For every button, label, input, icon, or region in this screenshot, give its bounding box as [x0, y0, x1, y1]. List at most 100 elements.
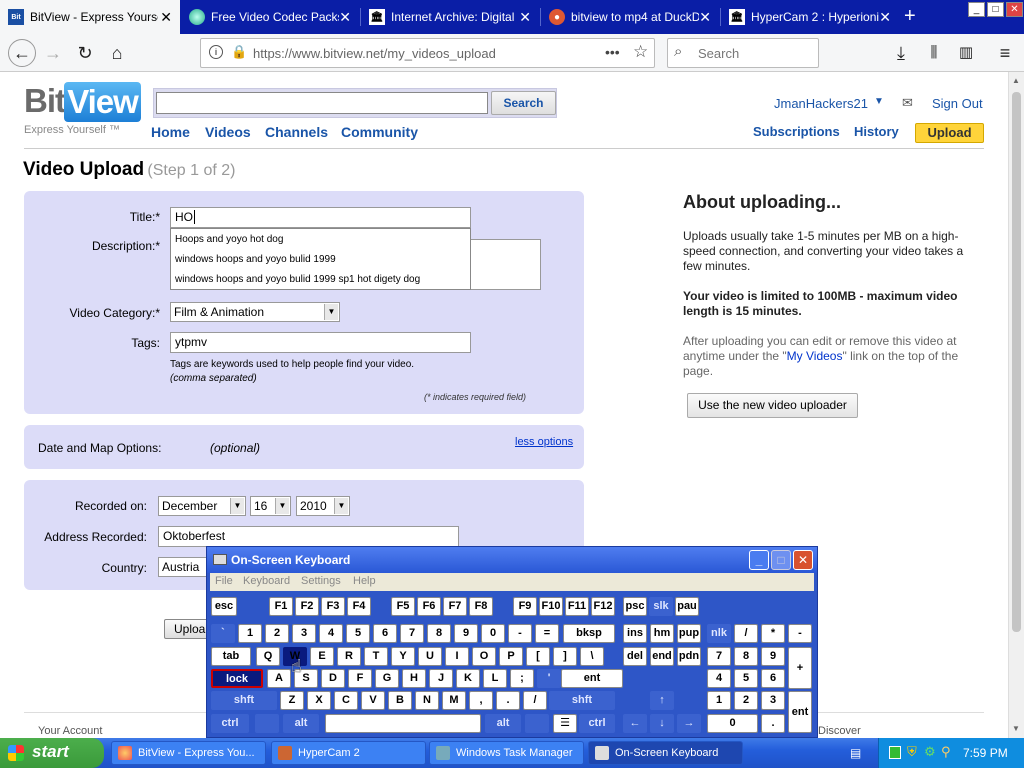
- year-select[interactable]: 2010 ▼: [296, 496, 350, 516]
- key-/[interactable]: /: [523, 691, 547, 710]
- key-F7[interactable]: F7: [443, 597, 467, 616]
- bookmark-star-icon[interactable]: ☆: [633, 42, 648, 62]
- key-arrow-up[interactable]: ↑: [650, 691, 674, 710]
- key-F3[interactable]: F3: [321, 597, 345, 616]
- key-h[interactable]: H: [402, 669, 426, 688]
- close-tab-icon[interactable]: ✕: [339, 9, 351, 26]
- key-i[interactable]: I: [445, 647, 469, 666]
- task-bitview[interactable]: BitView - Express You...: [111, 741, 266, 765]
- key-u[interactable]: U: [418, 647, 442, 666]
- menu-icon[interactable]: ≡: [994, 42, 1016, 64]
- key-num-decimal[interactable]: .: [761, 714, 785, 733]
- site-search-input[interactable]: [156, 92, 488, 114]
- key-num-divide[interactable]: /: [734, 624, 758, 643]
- key-F8[interactable]: F8: [469, 597, 493, 616]
- month-select[interactable]: December ▼: [158, 496, 246, 516]
- key--[interactable]: -: [508, 624, 532, 643]
- minimize-button[interactable]: _: [968, 2, 985, 17]
- key-caps-lock[interactable]: lock: [211, 669, 263, 688]
- key-arrow-down[interactable]: ↓: [650, 714, 674, 733]
- subscriptions-link[interactable]: Subscriptions: [753, 124, 840, 139]
- browser-search-box[interactable]: ⌕ Search: [667, 38, 819, 68]
- new-uploader-button[interactable]: Use the new video uploader: [687, 393, 858, 418]
- key-7[interactable]: 7: [400, 624, 424, 643]
- key-num-4[interactable]: 4: [707, 669, 731, 688]
- tray-monitor-icon[interactable]: [889, 746, 901, 759]
- key-left-win[interactable]: [255, 714, 279, 733]
- key-num-0[interactable]: 0: [707, 714, 758, 733]
- key-0[interactable]: 0: [481, 624, 505, 643]
- key-x[interactable]: X: [307, 691, 331, 710]
- key-num-9[interactable]: 9: [761, 647, 785, 666]
- discover-link[interactable]: Discover: [818, 725, 861, 737]
- back-arrow-icon[interactable]: ←: [8, 39, 36, 67]
- key-num-2[interactable]: 2: [734, 691, 758, 710]
- tab-hypercam[interactable]: 🏛 HyperCam 2 : Hyperionics ✕: [721, 0, 899, 34]
- home-icon[interactable]: ⌂: [106, 42, 128, 64]
- sign-out-link[interactable]: Sign Out: [932, 96, 983, 111]
- key-F6[interactable]: F6: [417, 597, 441, 616]
- key-F4[interactable]: F4: [347, 597, 371, 616]
- library-icon[interactable]: ⫼: [923, 42, 945, 64]
- key-n[interactable]: N: [415, 691, 439, 710]
- key-quote[interactable]: ': [537, 669, 561, 688]
- tags-input[interactable]: ytpmv: [170, 332, 471, 353]
- your-account-link[interactable]: Your Account: [38, 725, 102, 737]
- key-num-plus[interactable]: +: [788, 647, 812, 689]
- key-right-shift[interactable]: shft: [549, 691, 615, 710]
- key-right-alt[interactable]: alt: [485, 714, 521, 733]
- nav-videos[interactable]: Videos: [205, 124, 251, 140]
- osk-titlebar[interactable]: On-Screen Keyboard _ □ ✕: [207, 547, 817, 573]
- key-num-6[interactable]: 6: [761, 669, 785, 688]
- key-F12[interactable]: F12: [591, 597, 615, 616]
- key-left-alt[interactable]: alt: [283, 714, 319, 733]
- key-F2[interactable]: F2: [295, 597, 319, 616]
- key-o[interactable]: O: [472, 647, 496, 666]
- key-q[interactable]: Q: [256, 647, 280, 666]
- key-b[interactable]: B: [388, 691, 412, 710]
- key-tab[interactable]: tab: [211, 647, 251, 666]
- task-hypercam[interactable]: HyperCam 2: [271, 741, 426, 765]
- key-left-shift[interactable]: shft: [211, 691, 277, 710]
- osk-close-button[interactable]: ✕: [793, 550, 813, 570]
- key-num-1[interactable]: 1: [707, 691, 731, 710]
- key-.[interactable]: .: [496, 691, 520, 710]
- close-tab-icon[interactable]: ✕: [519, 9, 531, 26]
- key-c[interactable]: C: [334, 691, 358, 710]
- key-num-8[interactable]: 8: [734, 647, 758, 666]
- address-bar[interactable]: i 🔒 https://www.bitview.net/my_videos_up…: [200, 38, 655, 68]
- upload-button[interactable]: Upload: [915, 123, 984, 143]
- less-options-link[interactable]: less options: [515, 436, 573, 448]
- tab-codec-packs[interactable]: Free Video Codec Packs ✕: [181, 0, 359, 34]
- key-psc[interactable]: psc: [623, 597, 647, 616]
- key-f[interactable]: F: [348, 669, 372, 688]
- osk-maximize-button[interactable]: □: [771, 550, 791, 570]
- key-F11[interactable]: F11: [565, 597, 589, 616]
- day-select[interactable]: 16 ▼: [250, 496, 291, 516]
- nav-community[interactable]: Community: [341, 124, 418, 140]
- forward-arrow-icon[interactable]: →: [42, 42, 64, 64]
- start-button[interactable]: start: [0, 738, 104, 768]
- key-t[interactable]: T: [364, 647, 388, 666]
- key-9[interactable]: 9: [454, 624, 478, 643]
- info-icon[interactable]: i: [209, 45, 223, 59]
- key-=[interactable]: =: [535, 624, 559, 643]
- my-videos-link[interactable]: My Videos: [787, 349, 843, 363]
- key-num-lock[interactable]: nlk: [707, 624, 731, 643]
- key-home[interactable]: hm: [650, 624, 674, 643]
- key-slk[interactable]: slk: [649, 597, 673, 616]
- key-F5[interactable]: F5: [391, 597, 415, 616]
- key-num-minus[interactable]: -: [788, 624, 812, 643]
- key-F9[interactable]: F9: [513, 597, 537, 616]
- tab-duckduckgo[interactable]: ● bitview to mp4 at DuckDuckGo ✕: [541, 0, 719, 34]
- autocomplete-item[interactable]: windows hoops and yoyo bulid 1999 sp1 ho…: [175, 274, 420, 285]
- key-num-enter[interactable]: ent: [788, 691, 812, 733]
- key-4[interactable]: 4: [319, 624, 343, 643]
- osk-menu-file[interactable]: File: [215, 575, 233, 587]
- key-menu[interactable]: ☰: [553, 714, 577, 733]
- key-arrow-right[interactable]: →: [677, 714, 701, 733]
- key-num-3[interactable]: 3: [761, 691, 785, 710]
- reload-icon[interactable]: ↻: [74, 42, 96, 64]
- mail-icon[interactable]: ✉: [902, 95, 913, 111]
- category-select[interactable]: Film & Animation ▼: [170, 302, 340, 322]
